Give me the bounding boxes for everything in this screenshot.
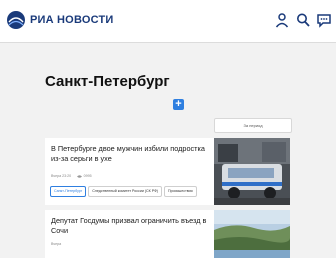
tag-investigative-committee[interactable]: Следственный комитет России (СК РФ) — [88, 186, 162, 197]
user-icon[interactable] — [274, 12, 290, 28]
period-filter[interactable]: За период — [214, 118, 292, 133]
news-card[interactable]: В Петербурге двое мужчин избили подростк… — [45, 138, 290, 205]
page-title: Санкт-Петербург — [45, 73, 170, 90]
eye-icon — [77, 174, 83, 178]
news-card-date: Вчера 23:20 — [51, 174, 72, 178]
search-icon[interactable] — [295, 12, 311, 28]
news-card[interactable]: Депутат Госдумы призвал ограничить въезд… — [45, 210, 290, 258]
news-card-date: Вчера — [51, 242, 62, 246]
news-card-title[interactable]: Депутат Госдумы призвал ограничить въезд… — [51, 216, 211, 236]
news-card-meta: Вчера — [51, 242, 61, 246]
tag-saint-petersburg[interactable]: Санкт-Петербург — [50, 186, 87, 197]
news-card-meta: Вчера 23:20 0995 — [51, 174, 92, 178]
views-counter: 0995 — [77, 174, 92, 178]
logo-text: РИА НОВОСТИ — [30, 14, 114, 26]
news-card-tags: Санкт-Петербург Следственный комитет Рос… — [50, 186, 197, 197]
chat-icon[interactable] — [316, 12, 332, 28]
news-card-image[interactable] — [214, 138, 290, 205]
news-card-title[interactable]: В Петербурге двое мужчин избили подростк… — [51, 144, 211, 164]
ria-logo-icon — [7, 11, 25, 29]
add-button[interactable]: + — [173, 99, 184, 110]
news-card-image[interactable] — [214, 210, 290, 258]
views-count: 0995 — [83, 174, 92, 178]
ria-logo[interactable]: РИА НОВОСТИ — [6, 7, 113, 33]
site-header: РИА НОВОСТИ — [0, 0, 336, 43]
tag-incidents[interactable]: Происшествия — [164, 186, 197, 197]
